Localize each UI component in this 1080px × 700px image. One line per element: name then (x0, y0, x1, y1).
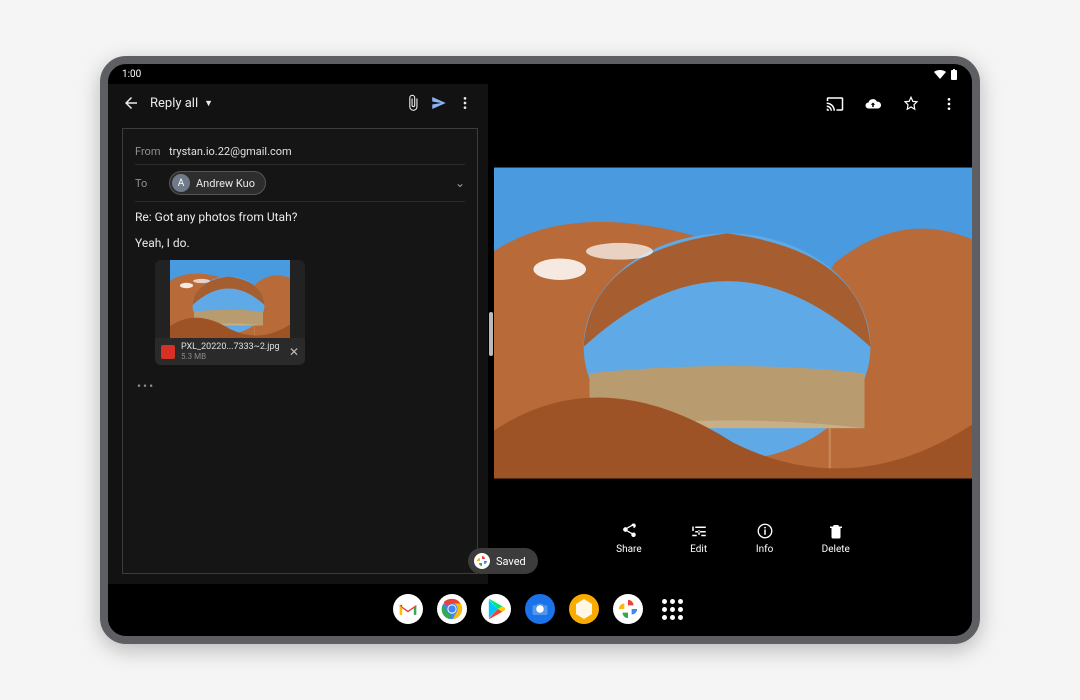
image-file-icon (161, 345, 175, 359)
shelf-play[interactable] (481, 594, 511, 624)
saved-toast: Saved (468, 548, 538, 574)
tablet-frame: 1:00 Reply all ▼ (100, 56, 980, 644)
from-row: From trystan.io.22@gmail.com (135, 139, 465, 165)
toast-text: Saved (496, 555, 526, 568)
cloud-upload-icon[interactable] (860, 91, 886, 117)
share-button[interactable]: Share (616, 522, 641, 584)
wifi-icon (934, 70, 946, 79)
shelf-photos[interactable] (613, 594, 643, 624)
subject-line[interactable]: Re: Got any photos from Utah? (135, 202, 465, 232)
send-icon[interactable] (426, 90, 452, 116)
photos-action-bar: Share Edit Info Delete (494, 522, 972, 584)
photos-pinwheel-icon (474, 553, 490, 569)
shelf (108, 584, 972, 634)
photos-pane: Share Edit Info Delete (494, 84, 972, 584)
remove-attachment-icon[interactable]: ✕ (289, 345, 299, 359)
quoted-text-toggle[interactable]: ••• (137, 379, 465, 393)
shelf-all-apps[interactable] (657, 594, 687, 624)
more-icon[interactable] (452, 90, 478, 116)
info-button[interactable]: Info (756, 522, 774, 584)
attach-icon[interactable] (400, 90, 426, 116)
expand-recipients-icon[interactable]: ⌄ (455, 176, 465, 190)
recipient-name: Andrew Kuo (196, 177, 255, 190)
from-label: From (135, 145, 169, 158)
email-body[interactable]: Yeah, I do. (135, 232, 465, 260)
status-bar: 1:00 (108, 64, 972, 84)
attachment-size: 5.3 MB (181, 352, 283, 361)
to-label: To (135, 177, 169, 190)
photos-toolbar (494, 84, 972, 124)
clock: 1:00 (122, 69, 141, 80)
to-row[interactable]: To A Andrew Kuo ⌄ (135, 165, 465, 202)
photo-viewport[interactable] (494, 124, 972, 522)
recipient-chip[interactable]: A Andrew Kuo (169, 171, 266, 195)
shelf-gmail[interactable] (393, 594, 423, 624)
chevron-down-icon[interactable]: ▼ (204, 98, 213, 109)
gmail-pane: Reply all ▼ From trystan.io.22@gmail.com (108, 84, 488, 584)
battery-icon (950, 69, 958, 80)
attachment-thumbnail (155, 260, 305, 338)
shelf-files[interactable] (569, 594, 599, 624)
star-icon[interactable] (898, 91, 924, 117)
attachment-filename: PXL_20220...7333~2.jpg (181, 342, 283, 352)
photos-more-icon[interactable] (936, 91, 962, 117)
cast-icon[interactable] (822, 91, 848, 117)
gmail-toolbar: Reply all ▼ (108, 84, 488, 122)
compose-card: From trystan.io.22@gmail.com To A Andrew… (122, 128, 478, 574)
reply-mode-label[interactable]: Reply all (150, 96, 198, 111)
delete-button[interactable]: Delete (822, 522, 850, 584)
attachment-card[interactable]: PXL_20220...7333~2.jpg 5.3 MB ✕ (155, 260, 305, 365)
avatar: A (172, 174, 190, 192)
shelf-camera[interactable] (525, 594, 555, 624)
edit-button[interactable]: Edit (690, 522, 708, 584)
from-value: trystan.io.22@gmail.com (169, 145, 292, 158)
back-icon[interactable] (118, 90, 144, 116)
shelf-chrome[interactable] (437, 594, 467, 624)
